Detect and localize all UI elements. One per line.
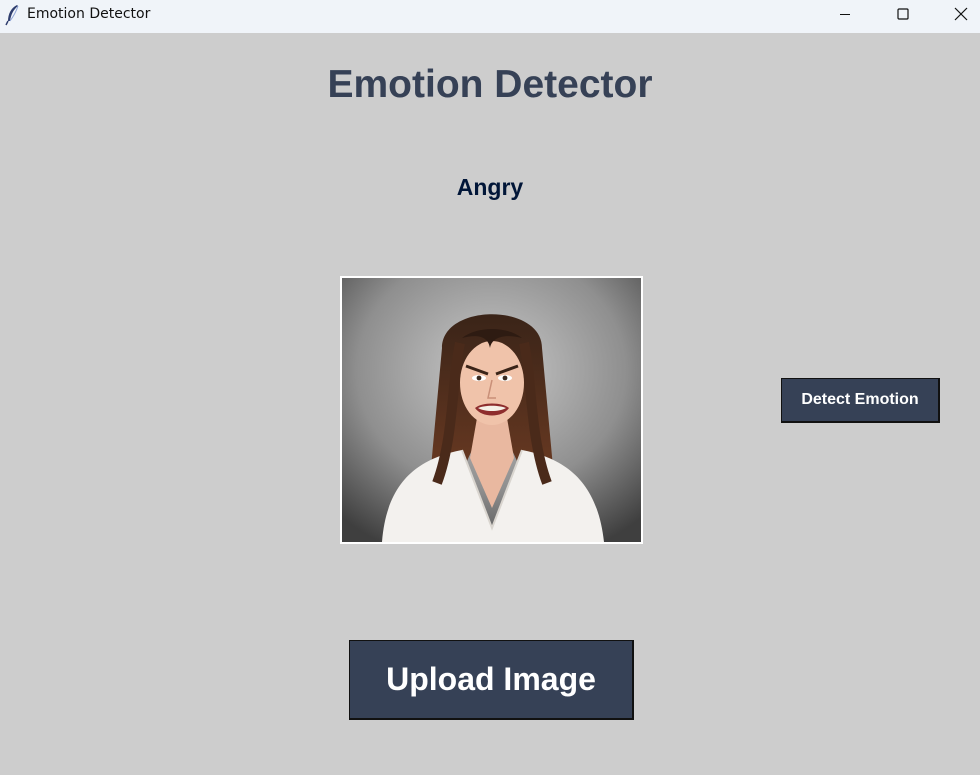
maximize-button[interactable] xyxy=(874,0,932,28)
minimize-button[interactable] xyxy=(816,0,874,28)
image-preview xyxy=(340,276,643,544)
upload-image-button[interactable]: Upload Image xyxy=(349,640,634,720)
window-title: Emotion Detector xyxy=(27,6,151,22)
maximize-icon xyxy=(897,8,909,20)
close-icon xyxy=(954,7,968,21)
app-content: Emotion Detector Angry Detect Emotion Up… xyxy=(0,33,980,775)
uploaded-face-photo xyxy=(342,278,641,542)
emotion-result-label: Angry xyxy=(456,174,524,200)
minimize-icon xyxy=(840,14,850,15)
title-bar: Emotion Detector xyxy=(0,0,980,33)
close-button[interactable] xyxy=(932,0,980,28)
page-title: Emotion Detector xyxy=(327,63,653,106)
detect-emotion-button[interactable]: Detect Emotion xyxy=(781,378,940,423)
feather-icon xyxy=(5,4,21,26)
